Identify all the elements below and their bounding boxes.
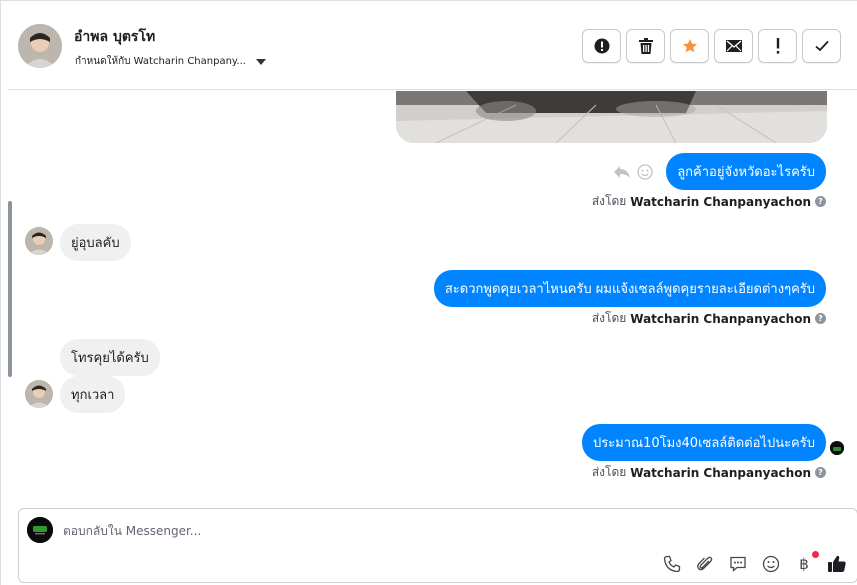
check-icon [814,40,829,52]
follow-up-button[interactable] [758,29,797,63]
alert-circle-icon [594,38,609,54]
reply-input[interactable] [63,521,663,541]
composer-toolbar: ฿ [662,551,847,574]
contact-avatar-small [25,380,53,408]
reply-icon[interactable] [613,164,631,180]
message-tools [613,164,653,180]
saved-replies-icon[interactable] [728,554,748,574]
sent-by-label: ส่งโดย Watcharin Chanpanyachon ? [592,192,826,211]
emoji-icon[interactable] [761,554,781,574]
message-bubble-incoming[interactable]: โทรคุยได้ครับ [60,339,160,376]
report-spam-button[interactable] [582,29,621,63]
conversation-actions [582,29,841,63]
contact-avatar[interactable] [18,24,62,68]
reply-composer: ฿ [18,508,857,583]
chevron-down-icon [255,58,266,65]
notification-dot [812,551,819,558]
help-icon[interactable]: ? [815,467,826,478]
trash-icon [638,38,653,54]
paperclip-icon[interactable] [695,554,715,574]
sent-by-prefix: ส่งโดย [591,465,627,479]
message-bubble-outgoing[interactable]: ประมาณ10โมง40เซลล์ติดต่อไปนะครับ [581,424,826,461]
sent-by-agent: Watcharin Chanpanyachon [630,465,811,480]
sent-by-label: ส่งโดย Watcharin Chanpanyachon ? [592,309,826,328]
sent-by-prefix: ส่งโดย [591,311,627,325]
message-bubble-outgoing[interactable]: สะดวกพูดคุยเวลาไหนครับ ผมแจ้งเซลล์พูดคุย… [433,270,826,307]
assignee-dropdown[interactable]: กำหนดให้กับ Watcharin Chanpany... [75,54,266,69]
phone-icon[interactable] [662,554,682,574]
sent-by-agent: Watcharin Chanpanyachon [630,194,811,209]
envelope-icon [725,40,742,52]
baht-symbol: ฿ [799,555,809,573]
conversation-panel: อำพล บุตรโท กำหนดให้กับ Watcharin Chanpa… [0,0,857,585]
seen-indicator-avatar [830,441,844,455]
message-bubble-outgoing[interactable]: ลูกค้าอยู่จังหวัดอะไรครับ [666,153,826,190]
star-icon [682,39,697,53]
delete-button[interactable] [626,29,665,63]
sent-by-label: ส่งโดย Watcharin Chanpanyachon ? [592,463,826,482]
shared-photo[interactable] [396,91,827,143]
sent-by-prefix: ส่งโดย [591,194,627,208]
mark-unread-button[interactable] [714,29,753,63]
thumbs-up-icon[interactable] [827,554,847,574]
help-icon[interactable]: ? [815,313,826,324]
conversation-header: อำพล บุตรโท กำหนดให้กับ Watcharin Chanpa… [8,4,857,90]
page-avatar [27,517,53,543]
mark-done-button[interactable] [802,29,841,63]
contact-avatar-small [25,227,53,255]
message-bubble-incoming[interactable]: ทุกเวลา [60,376,126,413]
contact-name[interactable]: อำพล บุตรโท [74,26,155,48]
emoji-react-icon[interactable] [637,164,653,180]
assignee-label: กำหนดให้กับ Watcharin Chanpany... [75,56,246,67]
message-bubble-incoming[interactable]: ยู่อุบลคับ [60,224,131,261]
scrollbar[interactable] [8,201,12,377]
help-icon[interactable]: ? [815,196,826,207]
sent-by-agent: Watcharin Chanpanyachon [630,311,811,326]
exclamation-icon [776,38,779,54]
baht-icon[interactable]: ฿ [794,551,819,574]
star-button[interactable] [670,29,709,63]
